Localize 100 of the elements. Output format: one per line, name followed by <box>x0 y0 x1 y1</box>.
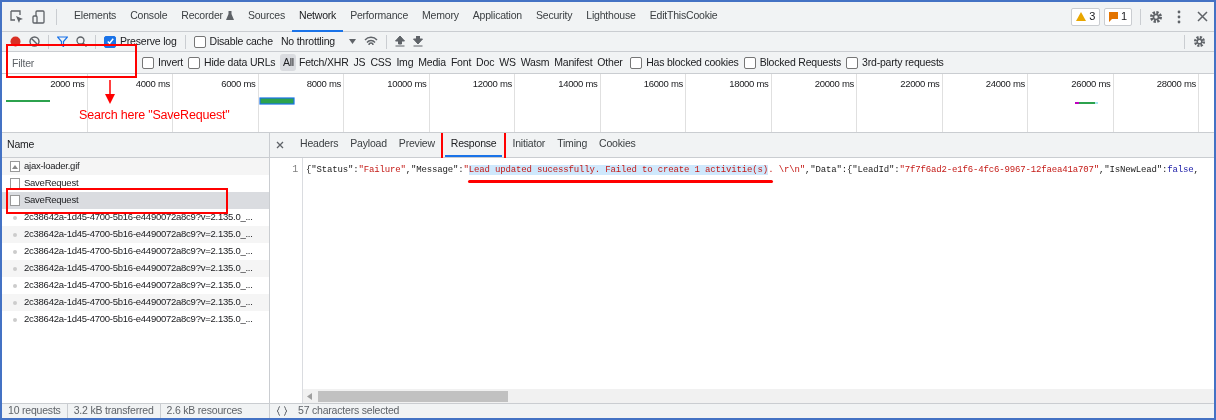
request-name: 2c38642a-1d45-4700-5b16-e4490072a8c9?v=2.135.0_... <box>24 210 253 225</box>
panel-tab[interactable]: Elements <box>67 2 124 32</box>
search-icon[interactable] <box>76 36 87 47</box>
time-tick-label: 28000 ms <box>1156 77 1196 91</box>
dot-icon <box>13 249 17 254</box>
device-icon[interactable] <box>32 9 46 24</box>
type-filter-tab[interactable]: Img <box>393 54 416 71</box>
panel-tab[interactable]: Lighthouse <box>579 2 643 32</box>
request-name: 2c38642a-1d45-4700-5b16-e4490072a8c9?v=2.135.0_... <box>24 244 253 259</box>
detail-tab[interactable]: Response <box>444 133 503 157</box>
record-icon[interactable] <box>10 36 21 47</box>
checkbox-label: 3rd-party requests <box>862 54 944 70</box>
dot-icon <box>13 232 17 237</box>
type-filter-tab[interactable]: Doc <box>473 54 497 71</box>
time-tick-label: 2000 ms <box>50 77 85 91</box>
pretty-print-icon[interactable] <box>276 406 288 416</box>
time-tick-label: 6000 ms <box>221 77 256 91</box>
panel-tab[interactable]: Security <box>528 2 580 32</box>
inspect-icon[interactable] <box>10 9 24 24</box>
settings-icon[interactable] <box>1149 9 1163 24</box>
dot-icon <box>13 300 17 305</box>
detail-tab[interactable]: Headers <box>294 133 345 157</box>
time-tick-label: 10000 ms <box>387 77 427 91</box>
panel-tab[interactable]: Memory <box>415 2 466 32</box>
clear-icon[interactable] <box>29 36 40 47</box>
detail-tab[interactable]: Cookies <box>593 133 642 157</box>
time-tick-label: 24000 ms <box>985 77 1025 91</box>
download-icon[interactable] <box>412 36 423 47</box>
response-code-line: {"Status":"Failure","Message":"Lead updated sucessfully. Failed to create 1 activitie(s). \r\n","Data":{"LeadId":"7f7f6ad2-e1f6-4fc6-9967-12faea41a707","IsNewLead":false, <box>306 165 1199 175</box>
time-tick-label: 16000 ms <box>643 77 683 91</box>
request-row[interactable]: 2c38642a-1d45-4700-5b16-e4490072a8c9?v=2.135.0_... <box>2 226 269 243</box>
type-filter-tab[interactable]: Manifest <box>551 54 595 71</box>
request-row[interactable]: 2c38642a-1d45-4700-5b16-e4490072a8c9?v=2.135.0_... <box>2 260 269 277</box>
panel-tab[interactable]: Console <box>123 2 175 32</box>
type-filter-tab[interactable]: All <box>280 54 297 71</box>
type-filter-tab[interactable]: Wasm <box>518 54 552 71</box>
type-filter-tab[interactable]: JS <box>351 54 368 71</box>
checkbox[interactable] <box>846 56 859 69</box>
more-options-icon[interactable] <box>1177 9 1181 24</box>
time-tick-label: 14000 ms <box>558 77 598 91</box>
summary-text: 2.6 kB resources <box>159 403 249 418</box>
dot-icon <box>13 317 17 322</box>
warning-icon <box>1076 12 1087 21</box>
request-row[interactable]: 2c38642a-1d45-4700-5b16-e4490072a8c9?v=2.135.0_... <box>2 294 269 311</box>
request-name: 2c38642a-1d45-4700-5b16-e4490072a8c9?v=2.135.0_... <box>24 278 253 293</box>
type-filter-tab[interactable]: Font <box>448 54 474 71</box>
request-name: SaveRequest <box>24 193 79 208</box>
type-filter-tab[interactable]: Fetch/XHR <box>296 54 351 71</box>
warning-count-badge[interactable]: 3 <box>1071 7 1101 26</box>
request-bar <box>259 97 295 105</box>
checkbox-label: Has blocked cookies <box>646 54 739 70</box>
request-name: SaveRequest <box>24 176 79 191</box>
column-header[interactable]: Name <box>7 137 35 153</box>
time-tick-label: 26000 ms <box>1071 77 1111 91</box>
time-tick-label: 20000 ms <box>814 77 854 91</box>
network-conditions-icon[interactable] <box>363 36 378 47</box>
checkbox[interactable] <box>193 35 206 48</box>
close-icon[interactable] <box>276 141 284 149</box>
image-file-icon <box>10 161 20 172</box>
panel-tab[interactable]: Sources <box>240 2 292 32</box>
checkbox[interactable] <box>142 56 154 69</box>
dot-icon <box>13 283 17 288</box>
upload-icon[interactable] <box>394 36 405 47</box>
time-tick-label: 4000 ms <box>135 77 170 91</box>
detail-tab[interactable]: Initiator <box>506 133 552 157</box>
panel-tab[interactable]: Performance <box>343 2 416 32</box>
filter-field[interactable]: Filter <box>2 52 137 73</box>
detail-tab[interactable]: Payload <box>344 133 393 157</box>
checkbox-label: Hide data URLs <box>204 54 276 70</box>
panel-tab[interactable]: Recorder <box>174 2 241 32</box>
dot-icon <box>13 215 17 220</box>
type-filter-tab[interactable]: Other <box>594 54 626 71</box>
request-name: ajax-loader.gif <box>24 159 80 174</box>
filter-icon[interactable] <box>57 36 68 47</box>
checkbox[interactable] <box>630 56 643 69</box>
request-row[interactable]: SaveRequest <box>2 192 269 209</box>
settings-icon[interactable] <box>1193 35 1206 48</box>
panel-tab[interactable]: EditThisCookie <box>642 2 725 32</box>
request-name: 2c38642a-1d45-4700-5b16-e4490072a8c9?v=2.135.0_... <box>24 261 253 276</box>
throttling-dropdown[interactable]: No throttling <box>280 33 356 50</box>
type-filter-tab[interactable]: CSS <box>367 54 394 71</box>
checkbox-label: Preserve log <box>120 33 177 49</box>
type-filter-tab[interactable]: Media <box>415 54 449 71</box>
detail-tab[interactable]: Preview <box>392 133 441 157</box>
request-name: 2c38642a-1d45-4700-5b16-e4490072a8c9?v=2.135.0_... <box>24 312 253 327</box>
detail-tab[interactable]: Timing <box>551 133 594 157</box>
horizontal-scrollbar[interactable] <box>303 389 1214 403</box>
request-row[interactable]: ajax-loader.gif <box>2 158 269 175</box>
caret-icon <box>348 39 356 44</box>
close-icon[interactable] <box>1197 11 1208 22</box>
time-tick-label: 8000 ms <box>306 77 341 91</box>
selection-status: 57 characters selected <box>298 403 400 418</box>
checkbox[interactable] <box>188 56 201 69</box>
time-tick-label: 12000 ms <box>472 77 512 91</box>
panel-tab[interactable]: Application <box>465 2 529 32</box>
type-filter-tab[interactable]: WS <box>496 54 519 71</box>
annotation-arrow <box>105 80 115 104</box>
checkbox[interactable] <box>743 56 756 69</box>
time-tick-label: 22000 ms <box>900 77 940 91</box>
issue-count-badge[interactable]: 1 <box>1104 7 1132 26</box>
